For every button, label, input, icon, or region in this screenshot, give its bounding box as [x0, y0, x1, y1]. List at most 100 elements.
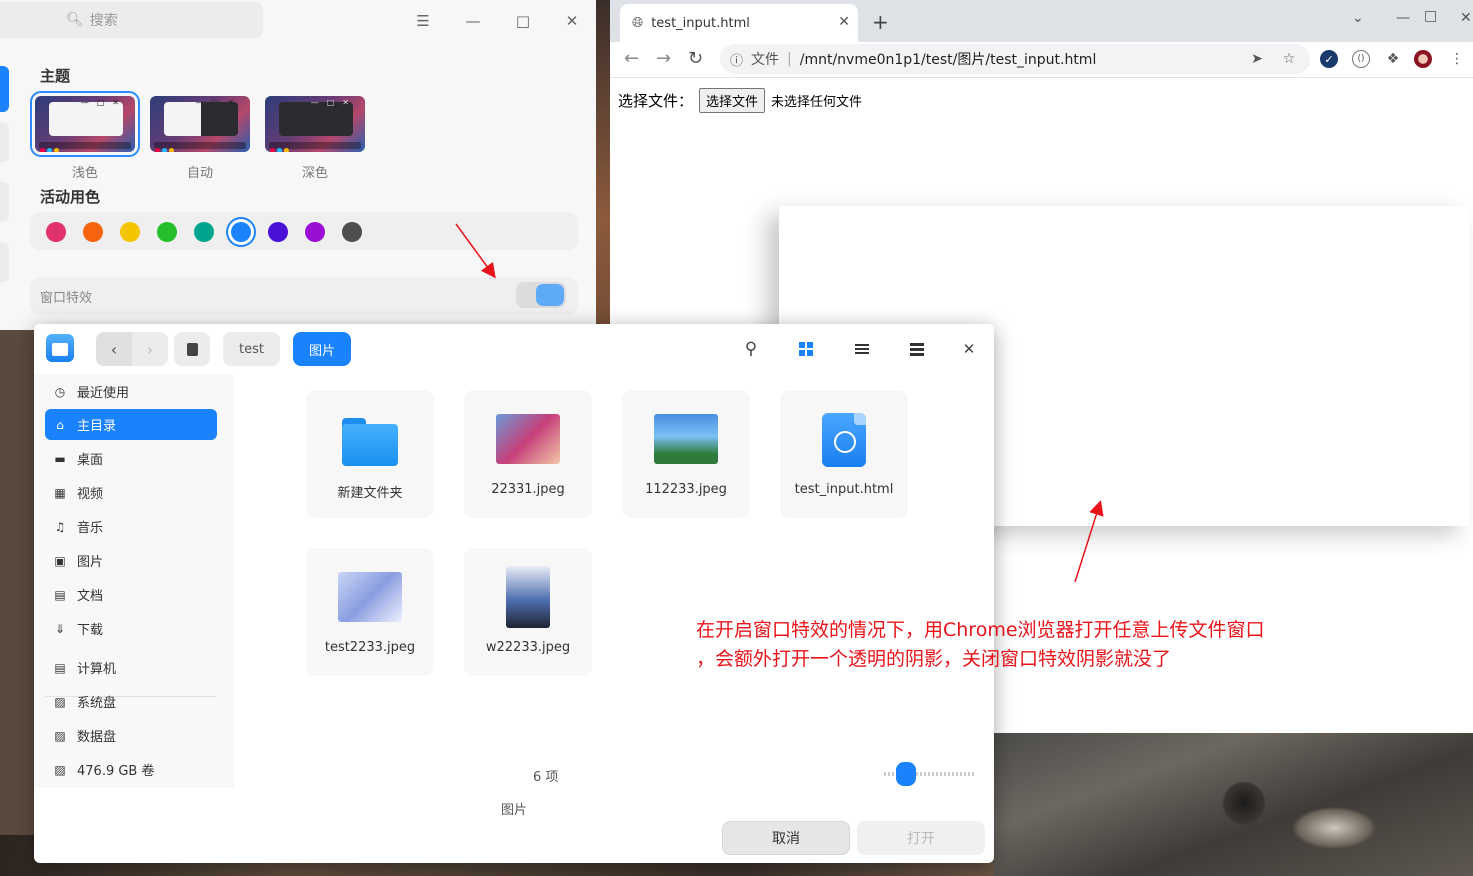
sidebar-item[interactable]: ⌂ 主目录 [45, 409, 217, 440]
sidebar-item-label: 下载 [77, 623, 104, 638]
sidebar-item[interactable]: ♫ 音乐 [45, 511, 217, 542]
accent-color-swatch[interactable] [120, 222, 140, 242]
accent-color-swatch[interactable] [268, 222, 288, 242]
accent-color-swatch[interactable] [46, 222, 66, 242]
close-icon[interactable]: ✕ [561, 10, 583, 32]
icon-size-slider-handle[interactable] [896, 762, 916, 786]
file-name: test2233.jpeg [324, 640, 416, 655]
reload-icon[interactable]: ↻ [688, 48, 703, 69]
folder-icon [342, 418, 398, 466]
file-name: 新建文件夹 [337, 486, 403, 501]
file-item[interactable]: 22331.jpeg [464, 390, 592, 518]
accent-color-swatch[interactable] [157, 222, 177, 242]
breadcrumb-test[interactable]: test [223, 332, 280, 366]
sidebar-item[interactable]: ▨ 数据盘 [45, 720, 217, 751]
window-effects-toggle[interactable] [516, 282, 566, 308]
accent-color-swatch[interactable] [231, 222, 251, 242]
tab-title: test_input.html [651, 15, 750, 31]
theme-light-label: 浅色 [71, 166, 98, 181]
sidebar-item[interactable] [0, 182, 9, 222]
minimize-icon[interactable]: — [1396, 10, 1410, 26]
search-icon[interactable]: ⚲ [741, 339, 761, 359]
sidebar-item[interactable]: ▨ 系统盘 [45, 686, 217, 717]
tree-view-icon[interactable] [907, 339, 927, 359]
back-arrow-icon[interactable]: ← [624, 48, 639, 69]
maximize-icon[interactable]: □ [1424, 8, 1437, 24]
file-item[interactable]: test2233.jpeg [306, 548, 434, 676]
theme-light-card[interactable]: —□✕ [30, 91, 140, 157]
file-type-filter[interactable]: 图片 [501, 799, 527, 818]
accent-color-swatch[interactable] [342, 222, 362, 242]
list-view-icon[interactable] [852, 339, 872, 359]
sidebar-item[interactable]: ▤ 计算机 [45, 652, 217, 683]
sidebar-item[interactable] [0, 242, 9, 282]
file-item[interactable]: 新建文件夹 [306, 390, 434, 518]
home-icon: ⌂ [56, 417, 64, 432]
theme-auto-card[interactable]: —□✕ [150, 96, 250, 152]
item-count: 6 项 [533, 770, 559, 785]
file-name: test_input.html [794, 482, 894, 497]
back-chevron-icon[interactable]: ‹ [96, 332, 132, 366]
accent-color-row [30, 212, 578, 250]
puzzle-icon[interactable]: ❖ [1384, 50, 1402, 68]
file-item[interactable]: test_input.html [780, 390, 908, 518]
accent-color-swatch[interactable] [83, 222, 103, 242]
sidebar-item-label: 主目录 [77, 419, 117, 434]
address-bar[interactable]: ⓘ 文件 | /mnt/nvme0n1p1/test/图片/test_input… [720, 44, 1310, 74]
accent-color-swatch[interactable] [194, 222, 214, 242]
theme-dark-card[interactable]: —□✕ [265, 96, 365, 152]
disk-icon: ▨ [54, 694, 66, 709]
image-thumbnail [496, 414, 560, 464]
sidebar-item[interactable]: ◷ 最近使用 [45, 376, 217, 407]
sidebar-item-personalization[interactable] [0, 66, 9, 112]
icon-view-icon[interactable] [796, 339, 816, 359]
sidebar-item[interactable] [0, 122, 9, 162]
browser-tab[interactable]: 🌐︎ test_input.html ✕ [620, 4, 858, 42]
cancel-button[interactable]: 取消 [722, 821, 850, 855]
disk-root-icon[interactable] [174, 332, 210, 366]
forward-arrow-icon[interactable]: → [656, 48, 671, 69]
sidebar-item[interactable]: ▦ 视频 [45, 477, 217, 508]
sidebar-item-label: 文档 [77, 589, 104, 604]
image-icon: ▣ [54, 553, 66, 568]
new-tab-button[interactable]: + [872, 10, 889, 34]
sidebar-item-label: 图片 [77, 555, 104, 570]
send-icon[interactable]: ➤ [1248, 50, 1266, 68]
open-button[interactable]: 打开 [857, 821, 985, 855]
accent-color-swatch[interactable] [305, 222, 325, 242]
sidebar-item[interactable]: ▬ 桌面 [45, 443, 217, 474]
sidebar-item[interactable]: ▣ 图片 [45, 545, 217, 576]
document-icon: ▤ [54, 587, 66, 602]
forward-chevron-icon[interactable]: › [132, 332, 168, 366]
extension-icon[interactable]: () [1352, 50, 1370, 68]
close-icon[interactable]: ✕ [959, 339, 979, 359]
annotation-text: 在开启窗口特效的情况下，用Chrome浏览器打开任意上传文件窗口 ，会额外打开一… [696, 616, 1265, 674]
search-placeholder: 搜索 [89, 13, 118, 29]
image-thumbnail [506, 566, 550, 628]
maximize-icon[interactable]: □ [512, 10, 534, 32]
avatar[interactable] [1414, 50, 1432, 68]
download-icon: ⇓ [54, 621, 66, 636]
choose-file-button[interactable]: 选择文件 [699, 88, 766, 113]
tab-search-icon[interactable]: ⌄ [1352, 10, 1364, 26]
video-icon: ▦ [54, 485, 66, 500]
file-item[interactable]: w22233.jpeg [464, 548, 592, 676]
settings-search-input[interactable]: 🔍︎ 搜索 [0, 2, 263, 38]
close-icon[interactable]: ✕ [1460, 10, 1472, 26]
file-input-label: 选择文件： [618, 92, 694, 110]
tab-close-icon[interactable]: ✕ [838, 14, 850, 30]
star-icon[interactable]: ☆ [1280, 50, 1298, 68]
file-name: 22331.jpeg [491, 482, 565, 497]
sidebar-item-label: 476.9 GB 卷 [77, 764, 155, 779]
annotation-line-2: ，会额外打开一个透明的阴影，关闭窗口特效阴影就没了 [696, 648, 1172, 670]
breadcrumb-pictures[interactable]: 图片 [293, 332, 352, 366]
sidebar-item[interactable]: ⇓ 下载 [45, 613, 217, 644]
menu-icon[interactable]: ☰ [412, 10, 434, 32]
file-item[interactable]: 112233.jpeg [622, 390, 750, 518]
sidebar-item[interactable]: ▨ 476.9 GB 卷 [45, 754, 217, 785]
sidebar-item[interactable]: ▤ 文档 [45, 579, 217, 610]
extension-check-icon[interactable]: ✓ [1320, 50, 1338, 68]
kebab-menu-icon[interactable]: ⋮ [1448, 50, 1466, 68]
minimize-icon[interactable]: — [462, 10, 484, 32]
sidebar-item-label: 音乐 [77, 521, 104, 536]
